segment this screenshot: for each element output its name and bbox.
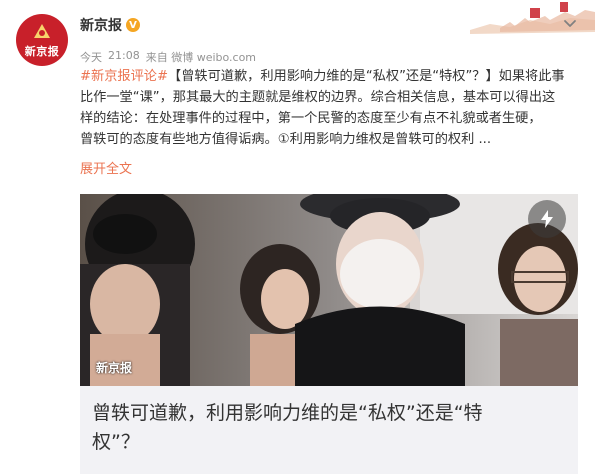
lightning-icon[interactable] [528, 200, 566, 238]
post-line-2: 比作一堂“课”，那其最大的主题就是维权的边界。综合相关信息，基本可以得出这 [80, 90, 556, 105]
post-time[interactable]: 21:08 [108, 49, 140, 65]
card-title-line-2: 权”？ [92, 431, 140, 453]
card-title-line-1: 曾轶可道歉，利用影响力维的是“私权”还是“特 [92, 402, 483, 424]
expand-full-text-link[interactable]: 展开全文 [80, 158, 132, 177]
post-line-3: 样的结论：在处理事件的过程中，第一个民警的态度至少有点不礼貌或者生硬， [80, 111, 542, 126]
post-source: 来自 微博 weibo.com [145, 51, 257, 64]
post-meta: 今天 21:08 来自 微博 weibo.com [80, 49, 256, 65]
post-line-1: #新京报评论#【曾轶可道歉，利用影响力维的是“私权”还是“特权”？】如果将此事 [80, 66, 580, 87]
card-title[interactable]: 曾轶可道歉，利用影响力维的是“私权”还是“特 权”？ [92, 399, 562, 457]
author-row: 新京报 V [80, 14, 140, 36]
hashtag-link[interactable]: #新京报评论# [80, 69, 168, 84]
article-photo[interactable] [80, 194, 578, 386]
article-card[interactable]: 新京报 曾轶可道歉，利用影响力维的是“私权”还是“特 权”？ [80, 194, 578, 474]
post-body: #新京报评论#【曾轶可道歉，利用影响力维的是“私权”还是“特权”？】如果将此事 … [80, 66, 580, 150]
author-name[interactable]: 新京报 [80, 15, 122, 35]
avatar-label: 新京报 [24, 45, 60, 58]
post-line-4: 曾轶可的态度有些地方值得诟病。①利用影响力维权是曾轶可的权利 ... [80, 132, 492, 147]
post-date: 今天 [80, 51, 102, 64]
avatar[interactable]: 新京报 [16, 14, 68, 66]
chevron-down-icon[interactable] [561, 14, 579, 32]
verified-badge-icon: V [126, 18, 140, 32]
emblem-icon [34, 24, 50, 38]
photo-watermark: 新京报 [96, 361, 133, 375]
post-line-1-text: 【曾轶可道歉，利用影响力维的是“私权”还是“特权”？】如果将此事 [168, 69, 565, 84]
